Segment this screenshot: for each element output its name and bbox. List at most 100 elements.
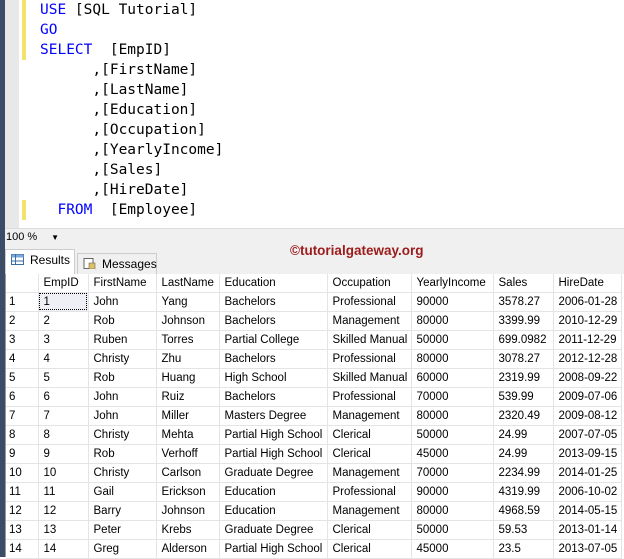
row-number[interactable]: 1 xyxy=(6,292,39,312)
table-cell[interactable]: 70000 xyxy=(411,387,494,407)
table-cell[interactable]: 80000 xyxy=(411,406,494,426)
table-cell[interactable]: 80000 xyxy=(411,349,494,369)
table-cell[interactable]: 3399.99 xyxy=(493,311,554,331)
row-number[interactable]: 10 xyxy=(6,463,39,483)
table-cell[interactable]: 24.99 xyxy=(493,425,554,445)
table-cell[interactable]: 8 xyxy=(38,425,89,445)
table-cell[interactable]: Krebs xyxy=(156,520,220,540)
table-cell[interactable]: Bachelors xyxy=(219,311,328,331)
query-editor[interactable]: USE [SQL Tutorial] GO SELECT [EmpID] ,[Fir… xyxy=(0,0,624,228)
column-header[interactable]: FirstName xyxy=(88,274,157,293)
results-grid[interactable]: EmpID FirstName LastName Education Occupatio… xyxy=(5,274,624,559)
table-cell[interactable]: 5 xyxy=(38,368,89,388)
table-cell[interactable]: 60000 xyxy=(411,368,494,388)
table-cell[interactable]: 4 xyxy=(38,349,89,369)
table-cell[interactable]: 2012-12-28 xyxy=(553,349,622,369)
table-cell[interactable]: 9 xyxy=(38,444,89,464)
table-cell[interactable]: Greg xyxy=(88,539,157,559)
table-cell[interactable]: 90000 xyxy=(411,292,494,312)
table-cell[interactable]: Clerical xyxy=(327,425,412,445)
table-cell[interactable]: John xyxy=(88,292,157,312)
table-cell[interactable]: Bachelors xyxy=(219,349,328,369)
table-cell[interactable]: 3078.27 xyxy=(493,349,554,369)
table-cell[interactable]: 2013-07-05 xyxy=(553,539,622,559)
table-cell[interactable]: Rob xyxy=(88,444,157,464)
table-cell[interactable]: Carlson xyxy=(156,463,220,483)
column-header[interactable]: LastName xyxy=(156,274,220,293)
row-number[interactable]: 2 xyxy=(6,311,39,331)
table-cell[interactable]: 4319.99 xyxy=(493,482,554,502)
column-header[interactable]: Sales xyxy=(493,274,554,293)
table-cell[interactable]: Mehta xyxy=(156,425,220,445)
table-cell[interactable]: 2013-09-15 xyxy=(553,444,622,464)
row-number[interactable]: 6 xyxy=(6,387,39,407)
table-cell[interactable]: Alderson xyxy=(156,539,220,559)
table-cell[interactable]: Peter xyxy=(88,520,157,540)
zoom-select[interactable]: 100 % ▼ xyxy=(5,230,61,245)
table-cell[interactable]: High School xyxy=(219,368,328,388)
table-cell[interactable]: 2010-12-29 xyxy=(553,311,622,331)
table-cell[interactable]: Bachelors xyxy=(219,387,328,407)
table-cell[interactable]: Gail xyxy=(88,482,157,502)
table-cell[interactable]: 2 xyxy=(38,311,89,331)
table-cell[interactable]: Graduate Degree xyxy=(219,463,328,483)
row-number[interactable]: 7 xyxy=(6,406,39,426)
table-cell[interactable]: 3 xyxy=(38,330,89,350)
table-cell[interactable]: Christy xyxy=(88,425,157,445)
row-number[interactable]: 3 xyxy=(6,330,39,350)
table-cell[interactable]: Rob xyxy=(88,311,157,331)
tab-messages[interactable]: Messages xyxy=(77,253,157,274)
table-cell[interactable]: 45000 xyxy=(411,539,494,559)
table-cell[interactable]: 80000 xyxy=(411,311,494,331)
table-cell[interactable]: John xyxy=(88,406,157,426)
table-cell[interactable]: 24.99 xyxy=(493,444,554,464)
table-cell[interactable]: 50000 xyxy=(411,425,494,445)
row-number[interactable]: 8 xyxy=(6,425,39,445)
table-cell[interactable]: Huang xyxy=(156,368,220,388)
table-cell[interactable]: Torres xyxy=(156,330,220,350)
column-header[interactable]: HireDate xyxy=(553,274,622,293)
table-cell[interactable]: John xyxy=(88,387,157,407)
table-cell[interactable]: Masters Degree xyxy=(219,406,328,426)
table-cell[interactable]: 2009-08-12 xyxy=(553,406,622,426)
table-cell[interactable]: Erickson xyxy=(156,482,220,502)
table-cell[interactable]: 59.53 xyxy=(493,520,554,540)
tab-results[interactable]: Results xyxy=(5,249,75,274)
table-cell[interactable]: 2011-12-29 xyxy=(553,330,622,350)
table-cell[interactable]: Management xyxy=(327,501,412,521)
table-cell[interactable]: 23.5 xyxy=(493,539,554,559)
table-cell[interactable]: 13 xyxy=(38,520,89,540)
table-cell[interactable]: Education xyxy=(219,501,328,521)
table-cell[interactable]: 50000 xyxy=(411,330,494,350)
table-cell[interactable]: 80000 xyxy=(411,501,494,521)
table-cell[interactable]: Clerical xyxy=(327,520,412,540)
column-header[interactable]: EmpID xyxy=(38,274,89,293)
column-header[interactable]: YearlyIncome xyxy=(411,274,494,293)
table-cell[interactable]: Clerical xyxy=(327,444,412,464)
column-header[interactable]: Education xyxy=(219,274,328,293)
table-cell[interactable]: Partial High School xyxy=(219,425,328,445)
row-number[interactable]: 9 xyxy=(6,444,39,464)
table-cell[interactable]: 539.99 xyxy=(493,387,554,407)
table-cell[interactable]: 3578.27 xyxy=(493,292,554,312)
table-cell[interactable]: 90000 xyxy=(411,482,494,502)
table-cell[interactable]: Christy xyxy=(88,463,157,483)
table-cell[interactable]: Christy xyxy=(88,349,157,369)
table-cell[interactable]: Professional xyxy=(327,482,412,502)
table-cell[interactable]: Clerical xyxy=(327,539,412,559)
table-cell[interactable]: 2006-01-28 xyxy=(553,292,622,312)
table-cell[interactable]: Professional xyxy=(327,349,412,369)
table-cell[interactable]: 6 xyxy=(38,387,89,407)
table-cell[interactable]: Partial High School xyxy=(219,444,328,464)
table-cell[interactable]: Yang xyxy=(156,292,220,312)
table-cell[interactable]: Zhu xyxy=(156,349,220,369)
table-cell[interactable]: Management xyxy=(327,406,412,426)
table-cell[interactable]: Skilled Manual xyxy=(327,330,412,350)
table-cell[interactable]: 2319.99 xyxy=(493,368,554,388)
table-cell[interactable]: 2008-09-22 xyxy=(553,368,622,388)
row-number[interactable]: 4 xyxy=(6,349,39,369)
table-cell[interactable]: 2234.99 xyxy=(493,463,554,483)
table-cell[interactable]: 699.0982 xyxy=(493,330,554,350)
table-cell[interactable]: Management xyxy=(327,463,412,483)
column-header[interactable] xyxy=(6,274,39,293)
